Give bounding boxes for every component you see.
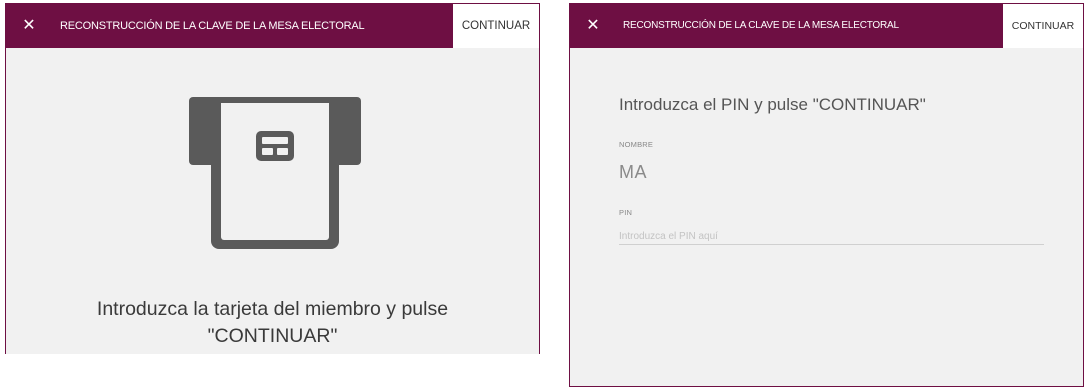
instruction-text: Introduzca la tarjeta del miembro y puls… [6,296,539,350]
instruction-line-2: "CONTINUAR" [207,325,338,347]
continue-button[interactable]: CONTINUAR [1003,4,1083,48]
instruction-line-1: Introduzca la tarjeta del miembro y puls… [96,298,449,320]
instruction-text: Introduzca el PIN y pulse "CONTINUAR" [619,95,926,114]
card-insert-dialog: ✕ RECONSTRUCCIÓN DE LA CLAVE DE LA MESA … [5,3,540,354]
pin-input[interactable] [619,228,1044,245]
dialog-header: ✕ RECONSTRUCCIÓN DE LA CLAVE DE LA MESA … [570,4,1083,48]
dialog-title: RECONSTRUCCIÓN DE LA CLAVE DE LA MESA EL… [623,20,899,31]
continue-button[interactable]: CONTINUAR [453,4,539,48]
name-value: MA [619,162,647,182]
smart-card-insert-icon [189,97,361,249]
close-icon[interactable]: ✕ [582,15,604,37]
pin-label: PIN [619,208,633,217]
dialog-title: RECONSTRUCCIÓN DE LA CLAVE DE LA MESA EL… [60,20,365,32]
close-icon[interactable]: ✕ [18,15,40,37]
name-label: NOMBRE [619,140,654,149]
pin-entry-dialog: ✕ RECONSTRUCCIÓN DE LA CLAVE DE LA MESA … [569,3,1084,387]
dialog-header: ✕ RECONSTRUCCIÓN DE LA CLAVE DE LA MESA … [6,4,539,48]
